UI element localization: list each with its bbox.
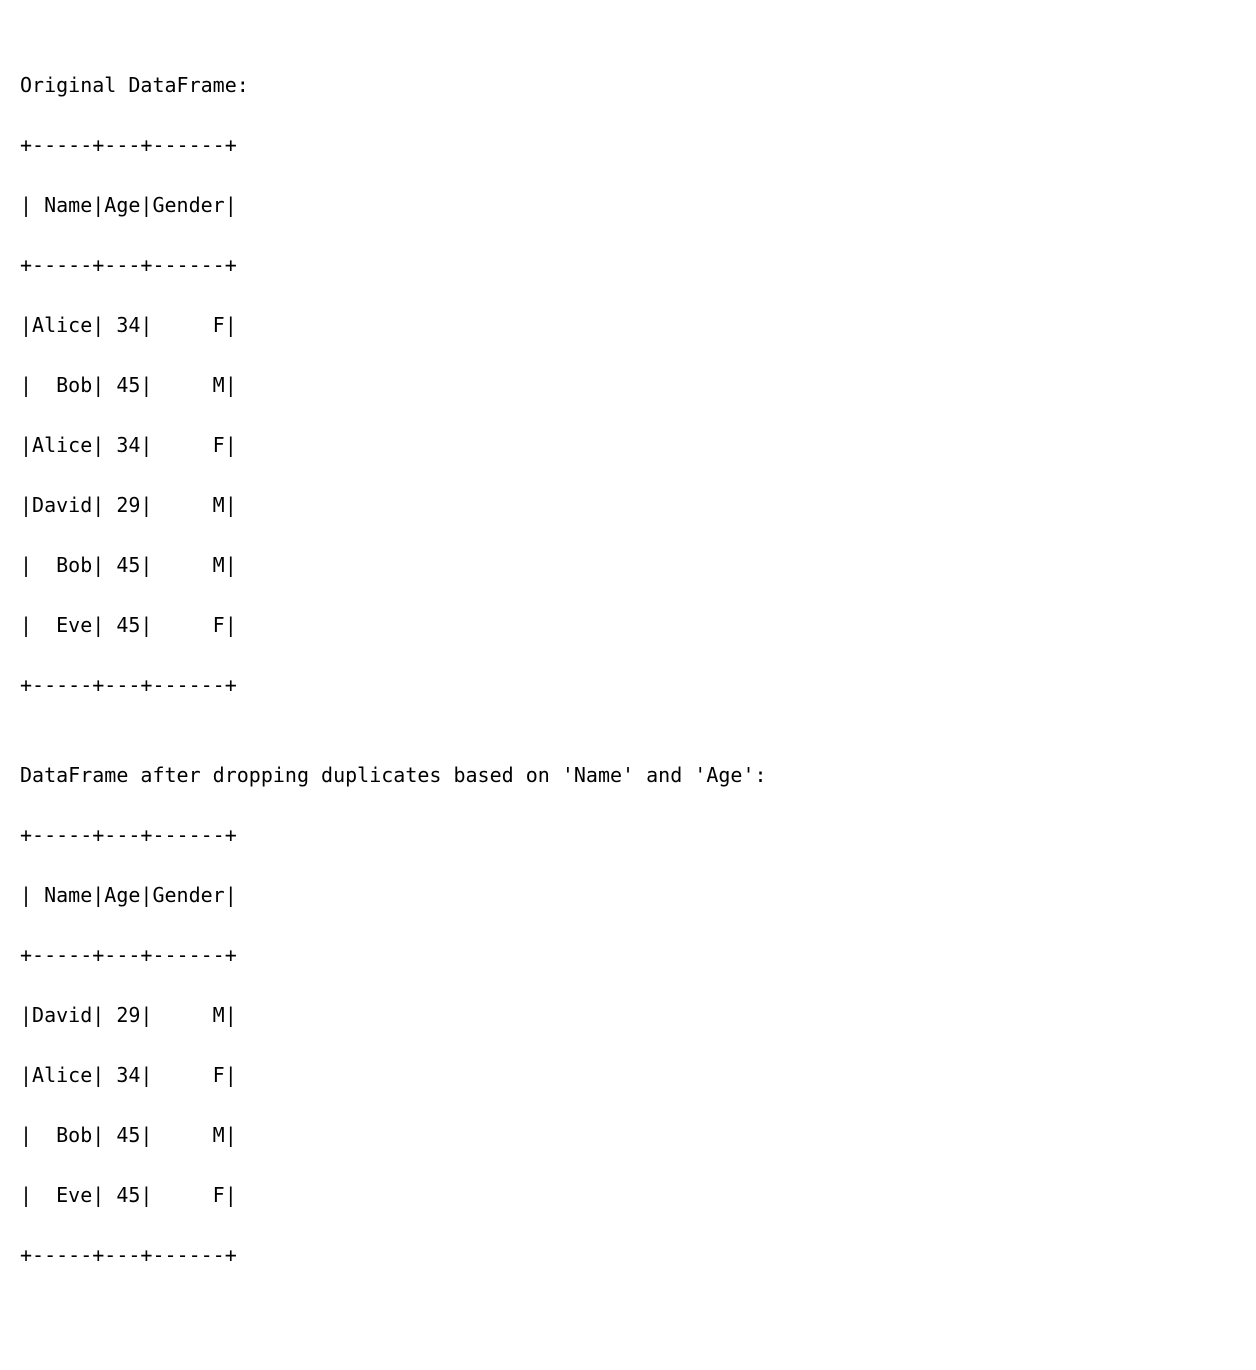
table-row: |Alice| 34| F| <box>20 1060 1236 1090</box>
table-row: | Eve| 45| F| <box>20 610 1236 640</box>
section1-border-bottom: +-----+---+------+ <box>20 670 1236 700</box>
table-row: |Alice| 34| F| <box>20 310 1236 340</box>
table-row: |Alice| 34| F| <box>20 430 1236 460</box>
section1-header: | Name|Age|Gender| <box>20 190 1236 220</box>
section1-border-mid: +-----+---+------+ <box>20 250 1236 280</box>
section2-border-mid: +-----+---+------+ <box>20 940 1236 970</box>
section2-header: | Name|Age|Gender| <box>20 880 1236 910</box>
table-row: |David| 29| M| <box>20 490 1236 520</box>
table-row: | Bob| 45| M| <box>20 370 1236 400</box>
section1-border-top: +-----+---+------+ <box>20 130 1236 160</box>
table-row: | Bob| 45| M| <box>20 550 1236 580</box>
section2-title: DataFrame after dropping duplicates base… <box>20 760 1236 790</box>
table-row: | Eve| 45| F| <box>20 1180 1236 1210</box>
section1-title: Original DataFrame: <box>20 70 1236 100</box>
section2-border-top: +-----+---+------+ <box>20 820 1236 850</box>
table-row: | Bob| 45| M| <box>20 1120 1236 1150</box>
section2-border-bottom: +-----+---+------+ <box>20 1240 1236 1270</box>
table-row: |David| 29| M| <box>20 1000 1236 1030</box>
